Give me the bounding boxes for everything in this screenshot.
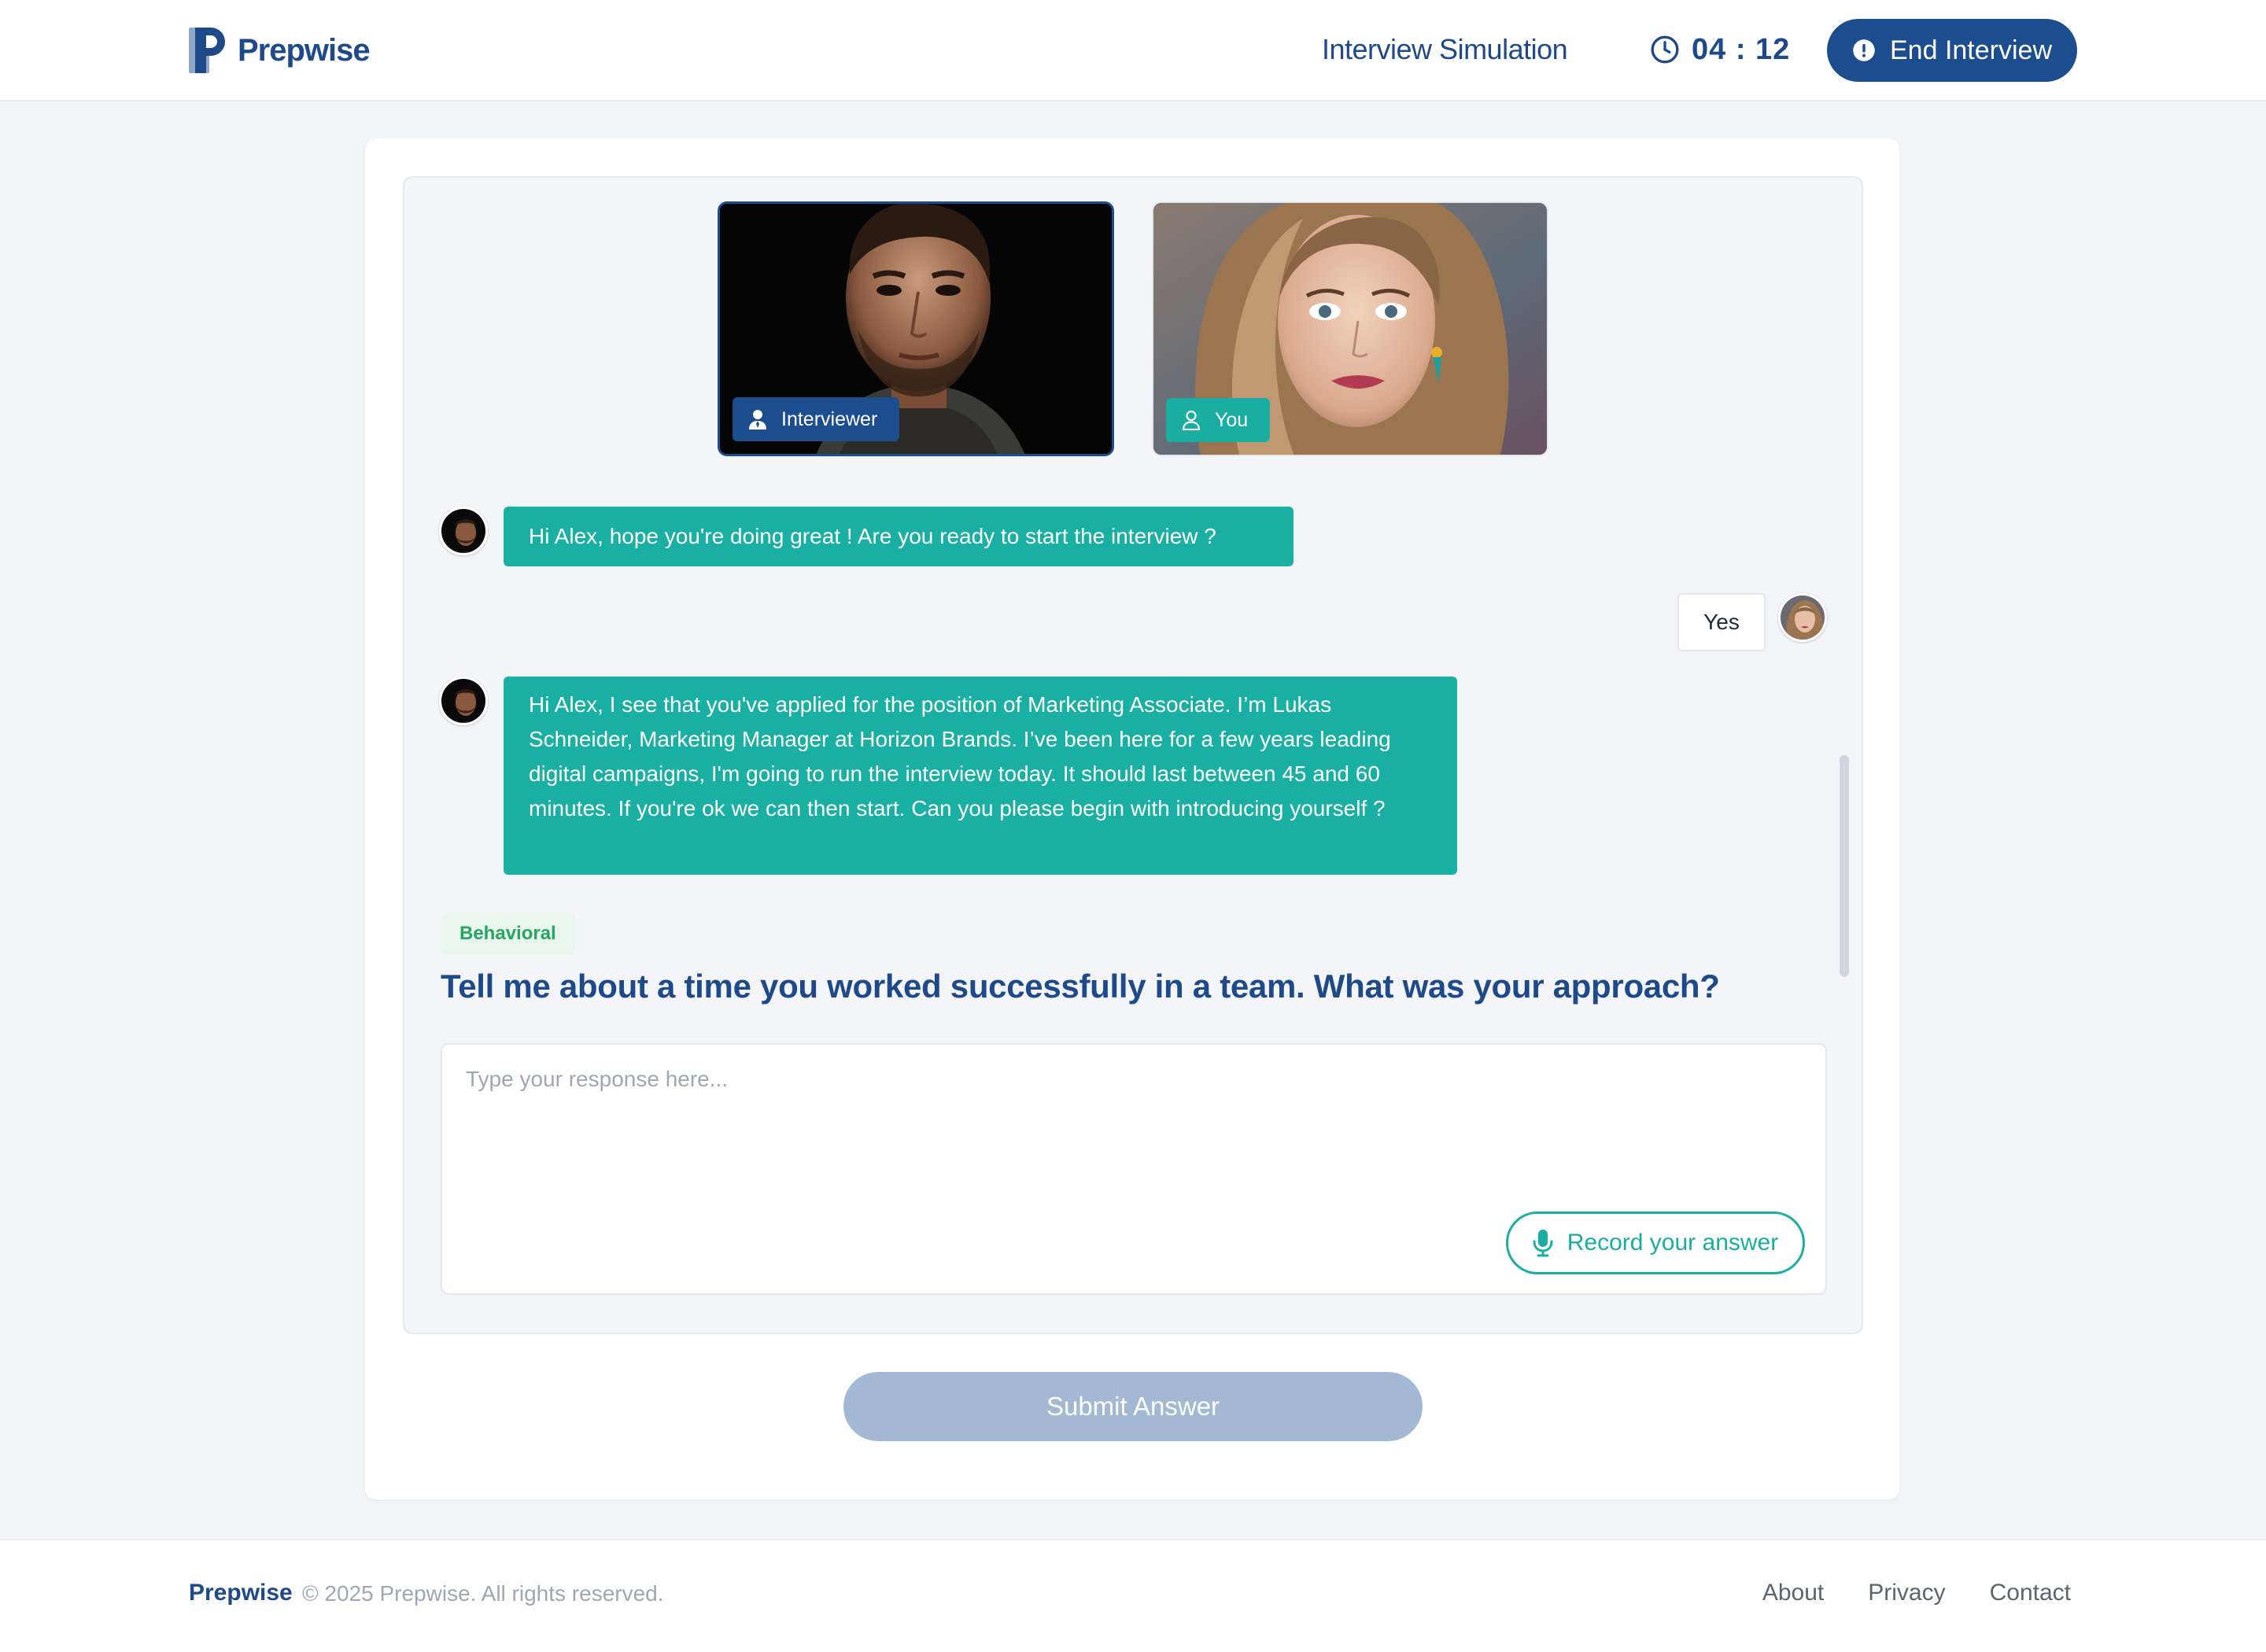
interviewer-user-icon xyxy=(748,409,767,430)
footer-copyright: © 2025 Prepwise. All rights reserved. xyxy=(302,1581,664,1606)
submit-answer-button[interactable]: Submit Answer xyxy=(843,1372,1423,1441)
interview-card: Interviewer You Hi Alex, hope you're doi… xyxy=(365,138,1899,1499)
chat-message-interviewer: Hi Alex, hope you're doing great ! Are y… xyxy=(504,507,1294,566)
chat-scrollbar[interactable] xyxy=(1840,755,1849,977)
clock-icon xyxy=(1649,34,1681,65)
chat-message-interviewer: Hi Alex, I see that you've applied for t… xyxy=(504,677,1457,875)
interviewer-avatar xyxy=(439,677,488,725)
footer-link-contact[interactable]: Contact xyxy=(1990,1580,2071,1606)
user-avatar xyxy=(1778,593,1827,642)
answer-box: Record your answer xyxy=(441,1043,1827,1295)
footer-brand: Prepwise xyxy=(189,1580,293,1606)
interviewer-avatar xyxy=(439,507,488,555)
user-label-text: You xyxy=(1215,408,1249,431)
alert-circle-icon xyxy=(1852,39,1876,62)
timer-value: 04 : 12 xyxy=(1692,32,1791,66)
record-answer-label: Record your answer xyxy=(1567,1230,1779,1256)
microphone-icon xyxy=(1533,1229,1553,1257)
end-interview-button[interactable]: End Interview xyxy=(1827,19,2077,82)
prepwise-logo-icon xyxy=(189,28,227,73)
interviewer-label: Interviewer xyxy=(733,397,900,441)
footer-link-about[interactable]: About xyxy=(1762,1580,1824,1606)
footer: Prepwise © 2025 Prepwise. All rights res… xyxy=(0,1539,2266,1652)
brand-name: Prepwise xyxy=(238,32,371,68)
top-nav-bar: Prepwise Interview Simulation 04 : 12 En… xyxy=(0,0,2266,101)
interview-timer: 04 : 12 xyxy=(1649,30,1790,69)
chat-panel: Interviewer You Hi Alex, hope you're doi… xyxy=(403,176,1863,1334)
footer-links: About Privacy Contact xyxy=(1718,1580,2071,1606)
user-icon xyxy=(1182,410,1201,430)
page-title: Interview Simulation xyxy=(1322,33,1568,65)
footer-link-privacy[interactable]: Privacy xyxy=(1868,1580,1945,1606)
chat-message-user: Yes xyxy=(1677,593,1766,651)
record-answer-button[interactable]: Record your answer xyxy=(1506,1211,1805,1274)
interviewer-video: Interviewer xyxy=(718,201,1114,456)
end-interview-label: End Interview xyxy=(1890,35,2052,65)
user-label: You xyxy=(1166,398,1271,442)
question-text: Tell me about a time you worked successf… xyxy=(441,968,1720,1005)
user-video: You xyxy=(1152,201,1548,456)
answer-input[interactable] xyxy=(442,1045,1825,1218)
question-category-badge: Behavioral xyxy=(441,913,575,955)
brand-logo[interactable]: Prepwise xyxy=(189,27,371,74)
interviewer-label-text: Interviewer xyxy=(781,407,878,430)
